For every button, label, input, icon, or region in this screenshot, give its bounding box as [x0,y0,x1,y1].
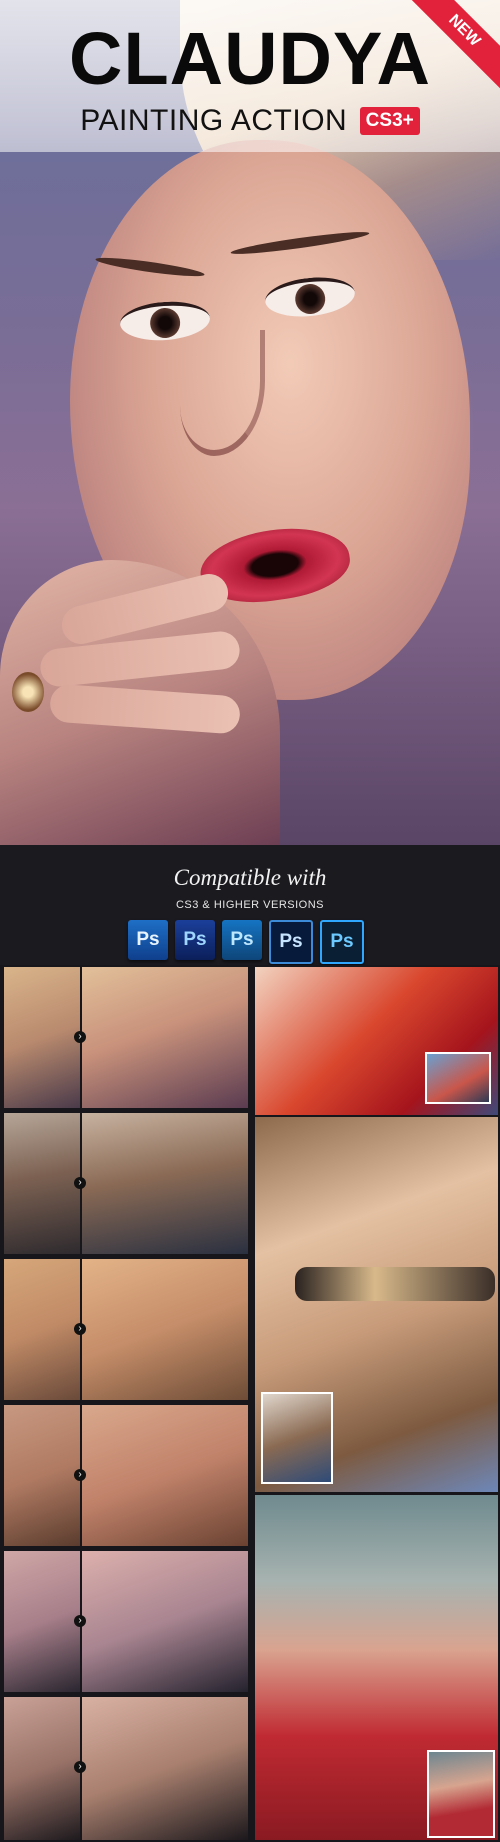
hero-image: CLAUDYA PAINTING ACTION CS3+ NEW [0,0,500,845]
after-image [82,1551,248,1692]
after-image [82,1113,248,1254]
showcase-image-woman [255,1495,498,1840]
arrow-icon: › [74,1761,86,1773]
photoshop-icons: Ps Ps Ps Ps Ps [128,920,364,964]
photoshop-icon: Ps [222,920,262,960]
product-subtitle: PAINTING ACTION [80,104,348,137]
compatibility-subheading: CS3 & HIGHER VERSIONS [175,899,325,911]
before-image [4,1551,80,1692]
after-image [82,1259,248,1400]
preview-grid: › › › › › › [0,965,500,1842]
before-image [4,967,80,1108]
subtitle-row: PAINTING ACTION CS3+ [0,104,500,138]
compatibility-section: Compatible with CS3 & HIGHER VERSIONS Ps… [0,845,500,965]
original-thumbnail [427,1750,495,1838]
before-image [4,1405,80,1546]
showcase-image-couple [255,967,498,1115]
version-badge: CS3+ [359,107,420,135]
original-thumbnail [261,1392,333,1484]
compatibility-heading: Compatible with [173,865,327,890]
showcase-image-man [255,1117,498,1492]
photoshop-icon: Ps [175,920,215,960]
before-image [4,1259,80,1400]
arrow-icon: › [74,1323,86,1335]
after-image [82,1405,248,1546]
product-title: CLAUDYA [69,17,431,100]
sunglasses [295,1267,495,1301]
arrow-icon: › [74,1031,86,1043]
original-thumbnail [425,1052,491,1104]
arrow-icon: › [74,1177,86,1189]
after-image [82,967,248,1108]
before-image [4,1697,80,1840]
photoshop-icon: Ps [128,920,168,960]
after-image [82,1697,248,1840]
title-banner: CLAUDYA PAINTING ACTION CS3+ [0,0,500,152]
before-image [4,1113,80,1254]
photoshop-icon: Ps [320,920,364,964]
ring [12,672,44,712]
arrow-icon: › [74,1615,86,1627]
arrow-icon: › [74,1469,86,1481]
photoshop-icon: Ps [269,920,313,964]
